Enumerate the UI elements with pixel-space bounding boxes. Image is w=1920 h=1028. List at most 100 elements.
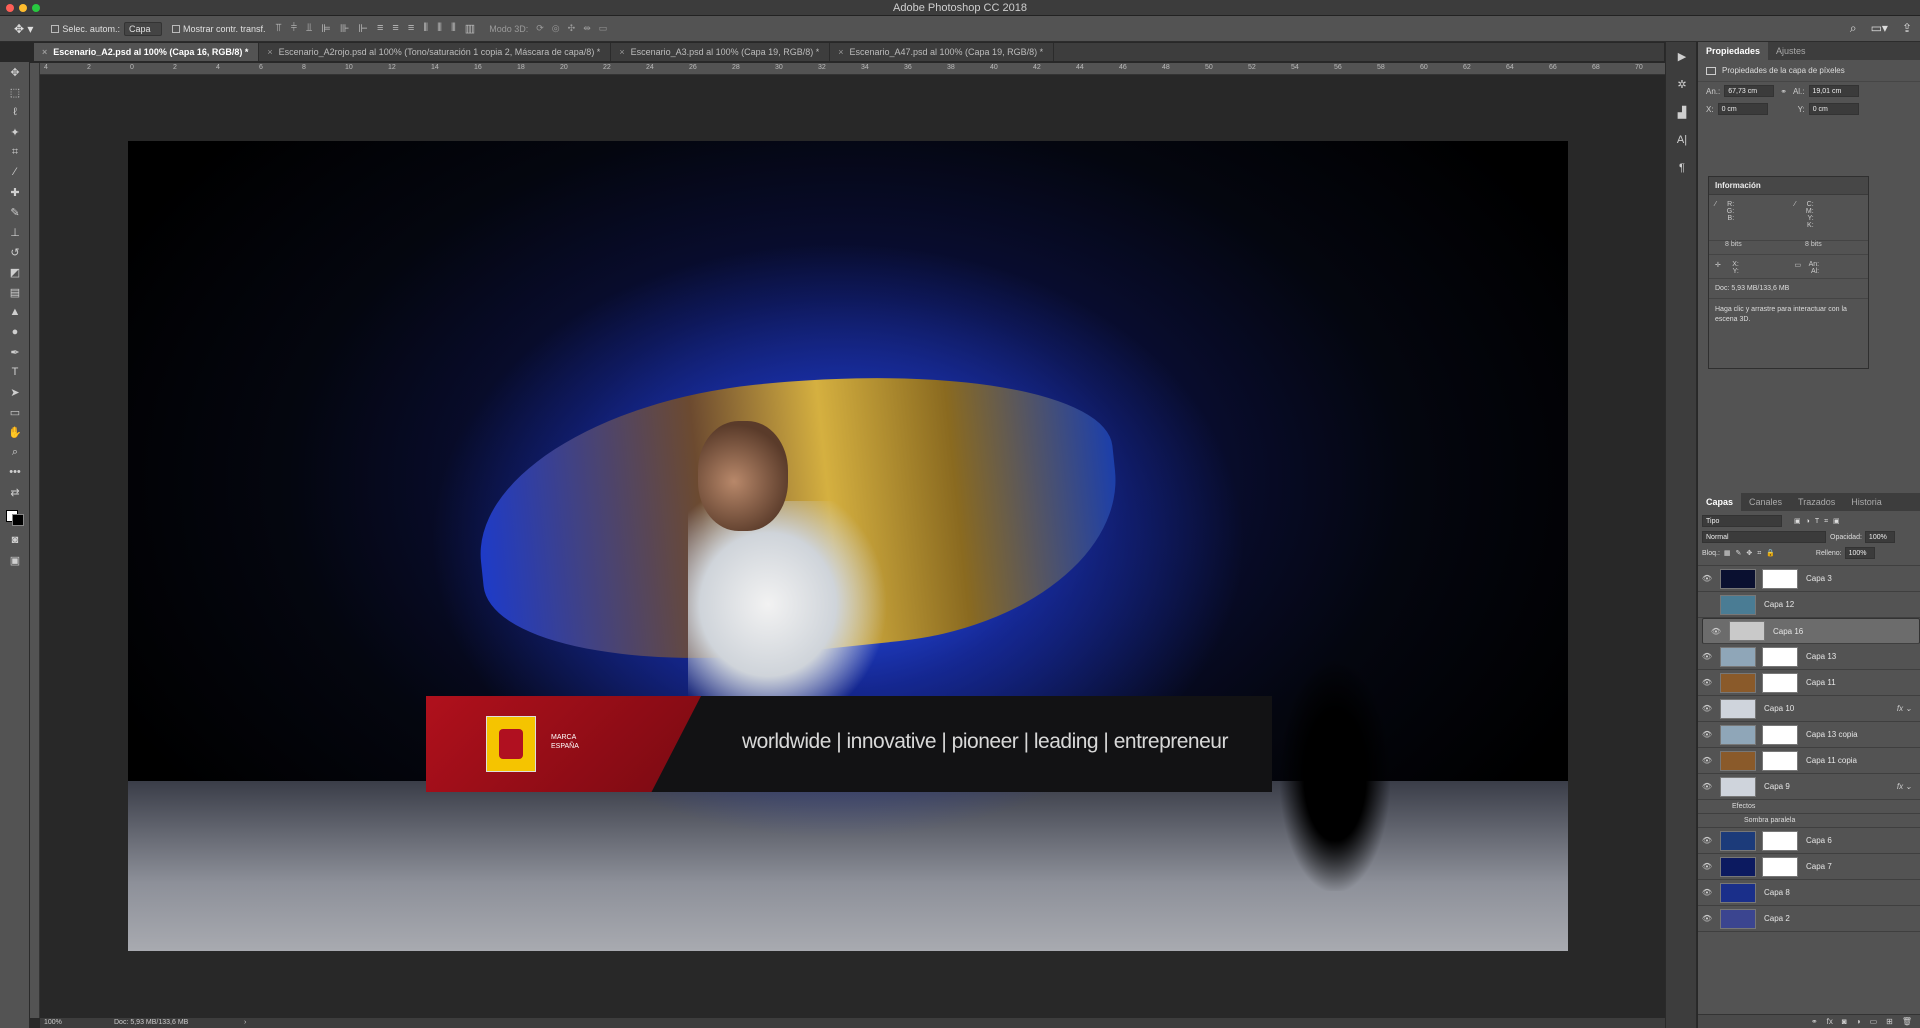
tab-escenario-a47[interactable]: × Escenario_A47.psd al 100% (Capa 19, RGB… bbox=[830, 43, 1055, 61]
rectangle-tool-icon[interactable]: ▭ bbox=[0, 402, 30, 422]
layer-thumbnail[interactable] bbox=[1720, 646, 1756, 667]
distribute-vcenter-icon[interactable]: ≡ bbox=[392, 22, 398, 35]
auto-select-checkbox[interactable] bbox=[51, 24, 60, 33]
workspace-icon[interactable]: ▭▾ bbox=[1871, 21, 1888, 36]
layer-row[interactable]: 👁 Capa 6 bbox=[1698, 828, 1920, 854]
visibility-eye-icon[interactable]: 👁 bbox=[1698, 756, 1716, 765]
magic-wand-tool-icon[interactable]: ✦ bbox=[0, 122, 30, 142]
histogram-icon[interactable]: ▟ bbox=[1666, 98, 1698, 126]
tab-capas[interactable]: Capas bbox=[1698, 493, 1742, 511]
eyedropper-tool-icon[interactable]: ⁄ bbox=[0, 162, 30, 182]
visibility-eye-icon[interactable]: 👁 bbox=[1698, 730, 1716, 739]
filter-icons[interactable]: ▣◑T⌗▣ bbox=[1794, 517, 1845, 526]
dodge-tool-icon[interactable]: ● bbox=[0, 322, 30, 342]
layer-thumbnail[interactable] bbox=[1720, 750, 1756, 771]
layer-row[interactable]: 👁 Capa 3 bbox=[1698, 566, 1920, 592]
visibility-eye-icon[interactable]: 👁 bbox=[1698, 914, 1716, 923]
layer-row[interactable]: 👁 Capa 9 fx ⌄ bbox=[1698, 774, 1920, 800]
brush-tool-icon[interactable]: ✎ bbox=[0, 202, 30, 222]
layer-mask-thumbnail[interactable] bbox=[1762, 750, 1798, 771]
auto-align-icon[interactable]: ▥ bbox=[465, 22, 475, 35]
adjustment-layer-icon[interactable]: ◑ bbox=[1856, 1017, 1861, 1026]
close-window-button[interactable] bbox=[6, 4, 14, 12]
paragraph-icon[interactable]: ¶ bbox=[1666, 154, 1698, 182]
layer-row[interactable]: 👁 Capa 8 bbox=[1698, 880, 1920, 906]
tab-escenario-a2[interactable]: × Escenario_A2.psd al 100% (Capa 16, RGB/… bbox=[34, 43, 260, 61]
close-tab-icon[interactable]: × bbox=[42, 47, 47, 57]
layer-row[interactable]: 👁 Capa 7 bbox=[1698, 854, 1920, 880]
align-left-icon[interactable]: ⊫ bbox=[321, 22, 331, 35]
layer-mask-thumbnail[interactable] bbox=[1762, 724, 1798, 745]
zoom-window-button[interactable] bbox=[32, 4, 40, 12]
visibility-eye-icon[interactable]: 👁 bbox=[1698, 862, 1716, 871]
adjustments-icon[interactable]: ✲ bbox=[1666, 70, 1698, 98]
layer-filter-dropdown[interactable]: Tipo bbox=[1702, 515, 1782, 527]
align-right-icon[interactable]: ⊩ bbox=[358, 22, 368, 35]
move-tool-icon[interactable]: ✥ bbox=[0, 62, 30, 82]
trash-icon[interactable]: 🗑 bbox=[1902, 1017, 1912, 1026]
orbit-3d-icon[interactable]: ⟳ bbox=[536, 23, 544, 34]
align-top-icon[interactable]: ⫪ bbox=[275, 22, 281, 35]
align-hcenter-icon[interactable]: ⊪ bbox=[340, 22, 350, 35]
visibility-eye-icon[interactable]: 👁 bbox=[1707, 627, 1725, 636]
distribute-right-icon[interactable]: ⦀ bbox=[451, 22, 456, 35]
distribute-hcenter-icon[interactable]: ⦀ bbox=[437, 22, 442, 35]
hand-tool-icon[interactable]: ✋ bbox=[0, 422, 30, 442]
layer-thumbnail[interactable] bbox=[1720, 594, 1756, 615]
layer-thumbnail[interactable] bbox=[1720, 908, 1756, 929]
tab-ajustes[interactable]: Ajustes bbox=[1768, 42, 1814, 60]
play-icon[interactable]: ▶ bbox=[1666, 42, 1698, 70]
layer-thumbnail[interactable] bbox=[1720, 882, 1756, 903]
healing-brush-tool-icon[interactable]: ✚ bbox=[0, 182, 30, 202]
layer-row[interactable]: 👁 Capa 16 bbox=[1702, 618, 1920, 644]
layer-row[interactable]: 👁 Capa 11 bbox=[1698, 670, 1920, 696]
add-mask-icon[interactable]: ◙ bbox=[1842, 1017, 1847, 1026]
layer-fx-icon[interactable]: fx ⌄ bbox=[1897, 782, 1912, 791]
layer-mask-thumbnail[interactable] bbox=[1762, 830, 1798, 851]
auto-select-option[interactable]: Selec. autom.: Capa bbox=[51, 21, 162, 36]
show-transform-checkbox[interactable] bbox=[171, 24, 180, 33]
layer-row[interactable]: 👁 Capa 10 fx ⌄ bbox=[1698, 696, 1920, 722]
new-layer-icon[interactable]: ⊞ bbox=[1886, 1017, 1893, 1026]
layer-thumbnail[interactable] bbox=[1720, 698, 1756, 719]
fx-icon[interactable]: fx bbox=[1827, 1017, 1833, 1026]
path-selection-tool-icon[interactable]: ➤ bbox=[0, 382, 30, 402]
layer-row[interactable]: 👁 Capa 11 copia bbox=[1698, 748, 1920, 774]
scale-3d-icon[interactable]: ▭ bbox=[599, 23, 608, 34]
x-field[interactable]: 0 cm bbox=[1717, 103, 1768, 115]
search-icon[interactable]: ⌕ bbox=[1850, 21, 1857, 36]
lasso-tool-icon[interactable]: ℓ bbox=[0, 102, 30, 122]
zoom-tool-icon[interactable]: ⌕ bbox=[0, 442, 30, 462]
visibility-eye-icon[interactable]: 👁 bbox=[1698, 574, 1716, 583]
layer-thumbnail[interactable] bbox=[1720, 776, 1756, 797]
effects-group[interactable]: Efectos bbox=[1698, 800, 1920, 814]
visibility-eye-icon[interactable]: 👁 bbox=[1698, 652, 1716, 661]
layer-mask-thumbnail[interactable] bbox=[1762, 646, 1798, 667]
layer-thumbnail[interactable] bbox=[1720, 568, 1756, 589]
distribute-top-icon[interactable]: ≡ bbox=[377, 22, 383, 35]
eraser-tool-icon[interactable]: ◩ bbox=[0, 262, 30, 282]
roll-3d-icon[interactable]: ◎ bbox=[552, 23, 560, 34]
share-icon[interactable]: ⇪ bbox=[1902, 21, 1912, 36]
layer-row[interactable]: 👁 Capa 13 copia bbox=[1698, 722, 1920, 748]
tab-historia[interactable]: Historia bbox=[1843, 493, 1890, 511]
visibility-eye-icon[interactable]: 👁 bbox=[1698, 704, 1716, 713]
fill-field[interactable]: 100% bbox=[1844, 547, 1875, 559]
layer-thumbnail[interactable] bbox=[1720, 724, 1756, 745]
blur-tool-icon[interactable]: ▲ bbox=[0, 302, 30, 322]
history-brush-tool-icon[interactable]: ↺ bbox=[0, 242, 30, 262]
minimize-window-button[interactable] bbox=[19, 4, 27, 12]
crop-tool-icon[interactable]: ⌗ bbox=[0, 142, 30, 162]
layer-mask-thumbnail[interactable] bbox=[1762, 568, 1798, 589]
tab-escenario-a3[interactable]: × Escenario_A3.psd al 100% (Capa 19, RGB/… bbox=[611, 43, 831, 61]
visibility-eye-icon[interactable]: 👁 bbox=[1698, 836, 1716, 845]
visibility-eye-icon[interactable]: 👁 bbox=[1698, 782, 1716, 791]
close-tab-icon[interactable]: × bbox=[838, 47, 843, 57]
clone-stamp-tool-icon[interactable]: ⊥ bbox=[0, 222, 30, 242]
zoom-level[interactable]: 100% bbox=[44, 1018, 62, 1028]
status-arrow-icon[interactable]: › bbox=[244, 1018, 246, 1028]
effect-drop-shadow[interactable]: Sombra paralela bbox=[1698, 814, 1920, 828]
link-layers-icon[interactable]: ⚭ bbox=[1811, 1017, 1818, 1026]
lock-icons[interactable]: ▦✎✥⌗🔒 bbox=[1724, 549, 1780, 558]
tab-propiedades[interactable]: Propiedades bbox=[1698, 42, 1769, 60]
